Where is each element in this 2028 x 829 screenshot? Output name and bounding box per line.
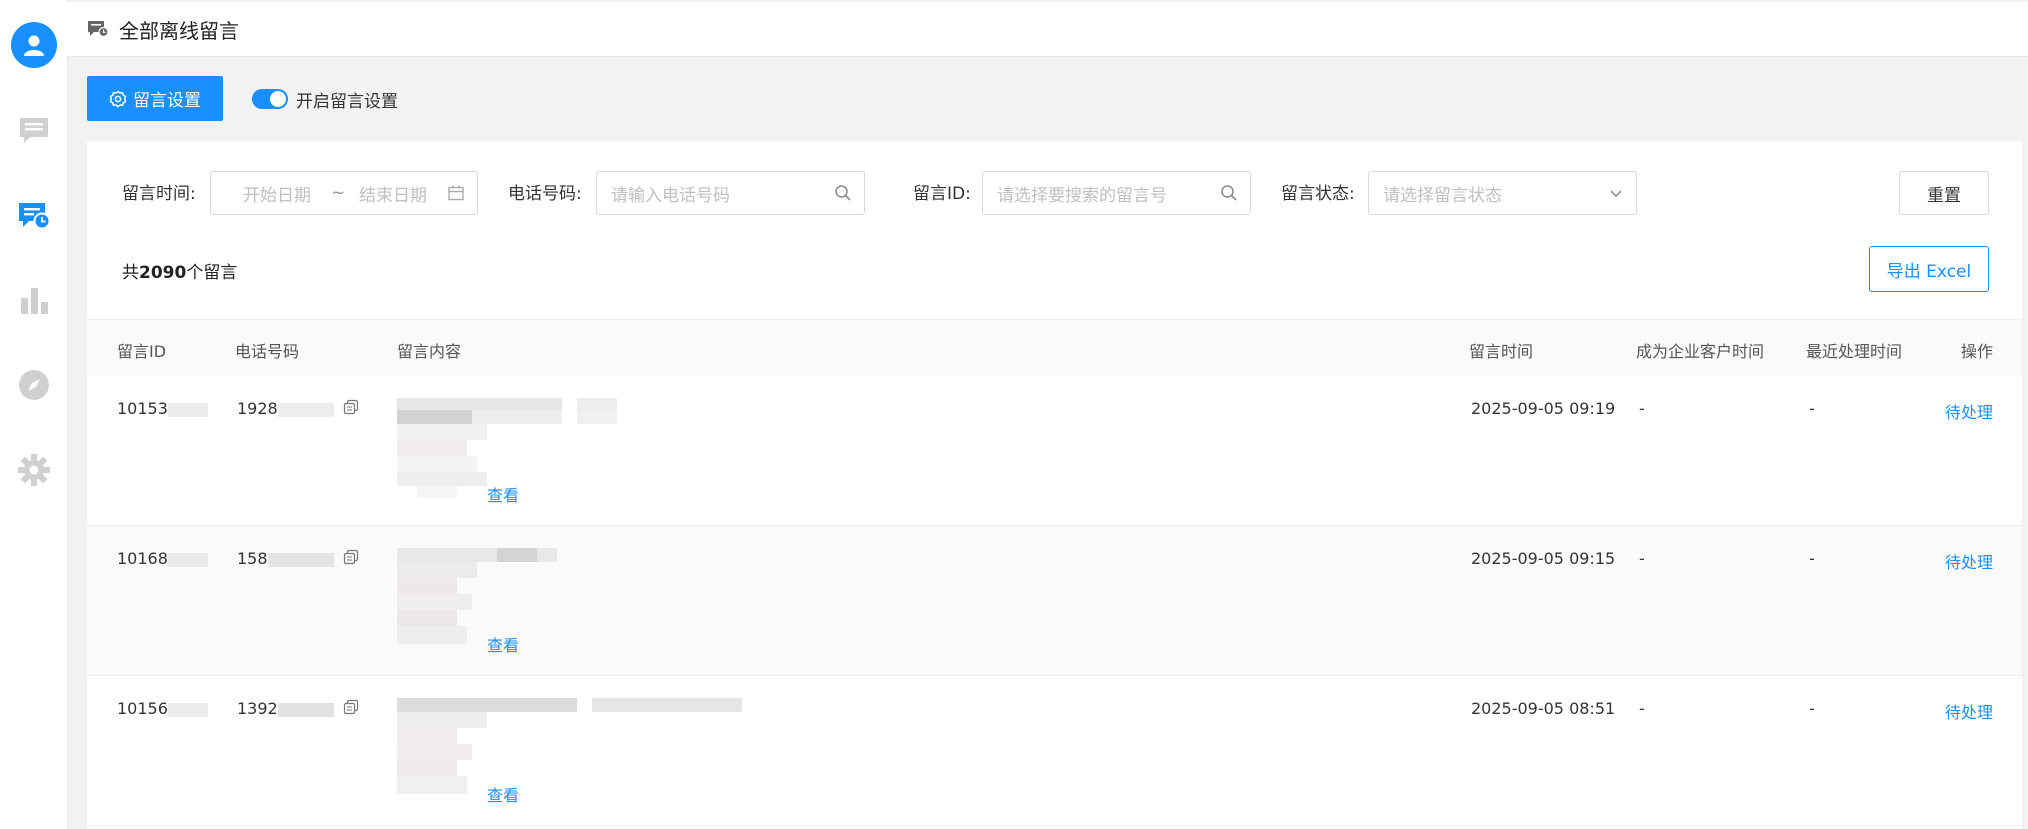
table-row: 10168 158 查看 2025-09-05 09:15 - - 待处理: [87, 526, 2022, 676]
message-time: 2025-09-05 09:19: [1471, 399, 1616, 418]
date-range-picker[interactable]: 开始日期 ~ 结束日期: [210, 171, 478, 215]
end-date-input[interactable]: 结束日期: [359, 181, 427, 206]
message-time: 2025-09-05 08:51: [1471, 699, 1616, 718]
time-filter-label: 留言时间:: [122, 184, 196, 204]
last-handled-time: -: [1809, 549, 1815, 568]
bar-chart-icon: [20, 288, 48, 314]
message-id: 10168: [117, 549, 208, 568]
message-id: 10156: [117, 699, 208, 718]
message-id-placeholder: 请选择要搜索的留言号: [997, 185, 1167, 206]
sidebar-nav: [0, 0, 68, 829]
view-message-link[interactable]: 查看: [487, 482, 519, 506]
total-count: 共2090个留言: [122, 258, 237, 283]
message-list-card: 留言时间: 开始日期 ~ 结束日期 电话号码: 请输入电话号码 留言ID: 请选…: [87, 141, 2022, 829]
customer-time: -: [1639, 549, 1645, 568]
message-id: 10153: [117, 399, 208, 418]
toggle-label: 开启留言设置: [296, 91, 398, 112]
message-content-blurred: [397, 698, 742, 794]
pending-action-link[interactable]: 待处理: [1945, 699, 1993, 723]
page-title: 全部离线留言: [119, 18, 239, 43]
message-time: 2025-09-05 09:15: [1471, 549, 1616, 568]
nav-statistics[interactable]: [0, 270, 67, 330]
enable-message-toggle[interactable]: [252, 89, 288, 109]
view-message-link[interactable]: 查看: [487, 782, 519, 806]
gear-icon: [109, 90, 127, 107]
last-handled-time: -: [1809, 699, 1815, 718]
column-header-phone: 电话号码: [235, 342, 300, 361]
last-handled-time: -: [1809, 399, 1815, 418]
column-header-time: 留言时间: [1469, 342, 1534, 361]
pending-action-link[interactable]: 待处理: [1945, 549, 1993, 573]
offline-message-icon: [87, 20, 109, 38]
gear-icon: [17, 454, 50, 486]
copy-icon[interactable]: [343, 399, 359, 415]
phone-number: 158: [237, 549, 334, 568]
column-header-content: 留言内容: [397, 342, 462, 361]
phone-search-input[interactable]: 请输入电话号码: [596, 171, 865, 215]
status-filter-label: 留言状态:: [1281, 184, 1355, 204]
table-row: 10153 1928 查看 2025-09-05 09:19 - - 待处理: [87, 376, 2022, 526]
avatar[interactable]: [10, 22, 57, 68]
total-number: 2090: [139, 263, 187, 283]
nav-chat[interactable]: [0, 100, 67, 160]
nav-discover[interactable]: [0, 355, 67, 415]
nav-offline-messages[interactable]: [0, 185, 67, 245]
message-settings-button[interactable]: 留言设置: [87, 76, 223, 121]
phone-search-placeholder: 请输入电话号码: [611, 185, 730, 206]
status-select-placeholder: 请选择留言状态: [1383, 185, 1502, 206]
pending-action-link[interactable]: 待处理: [1945, 399, 1993, 423]
chat-icon: [19, 118, 48, 143]
phone-filter-label: 电话号码:: [508, 184, 582, 204]
phone-number: 1392: [237, 699, 334, 718]
total-suffix: 个留言: [186, 263, 238, 283]
message-id-search-input[interactable]: 请选择要搜索的留言号: [982, 171, 1251, 215]
copy-icon[interactable]: [343, 549, 359, 565]
user-icon: [23, 35, 44, 56]
search-icon: [1220, 184, 1238, 202]
table-header: 留言ID 电话号码 留言内容 留言时间 成为企业客户时间 最近处理时间 操作: [87, 319, 2022, 377]
chevron-down-icon: [1608, 185, 1624, 201]
column-header-id: 留言ID: [117, 342, 167, 361]
message-settings-label: 留言设置: [133, 91, 201, 111]
enable-message-settings: 开启留言设置: [252, 86, 398, 112]
table-row: 10156 1392 查看 2025-09-05 08:51 - - 待处理: [87, 676, 2022, 826]
search-icon: [834, 184, 852, 202]
nav-avatar[interactable]: [0, 15, 67, 75]
view-message-link[interactable]: 查看: [487, 632, 519, 656]
compass-icon: [18, 370, 49, 400]
phone-number: 1928: [237, 399, 334, 418]
column-header-action: 操作: [1961, 342, 1994, 361]
column-header-customer-time: 成为企业客户时间: [1636, 342, 1765, 361]
range-separator: ~: [331, 183, 346, 203]
total-prefix: 共: [122, 263, 139, 283]
calendar-icon: [447, 184, 465, 202]
nav-settings[interactable]: [0, 440, 67, 500]
export-excel-button[interactable]: 导出 Excel: [1869, 246, 1989, 292]
copy-icon[interactable]: [343, 699, 359, 715]
start-date-input[interactable]: 开始日期: [243, 181, 311, 206]
status-select[interactable]: 请选择留言状态: [1368, 171, 1637, 215]
page-header: 全部离线留言: [67, 2, 2028, 57]
column-header-last-handled: 最近处理时间: [1806, 342, 1903, 361]
customer-time: -: [1639, 699, 1645, 718]
id-filter-label: 留言ID:: [913, 184, 971, 204]
reset-button[interactable]: 重置: [1899, 171, 1989, 215]
customer-time: -: [1639, 399, 1645, 418]
offline-message-icon: [18, 203, 50, 230]
